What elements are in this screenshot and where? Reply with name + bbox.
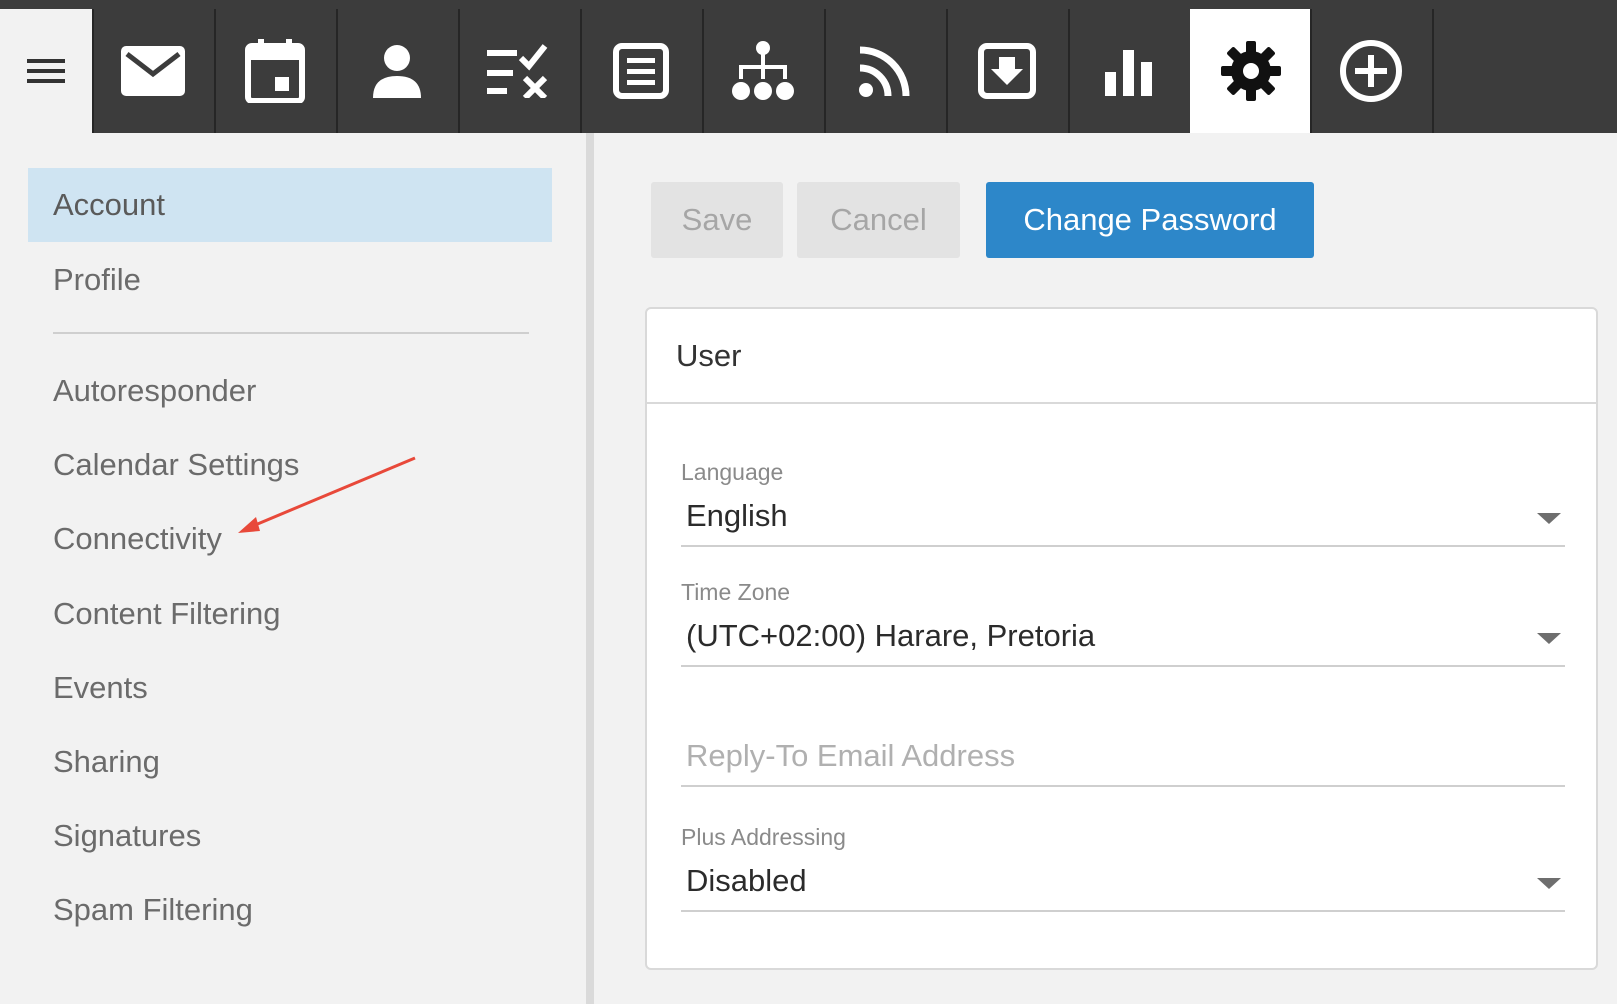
rss-icon [859, 46, 910, 97]
time-zone-value: (UTC+02:00) Harare, Pretoria [686, 618, 1096, 653]
notes-icon [613, 43, 669, 99]
language-field: Language English [681, 457, 1565, 547]
sidebar-item-signatures[interactable]: Signatures [28, 799, 552, 873]
tab-tasks[interactable] [458, 9, 578, 133]
sidebar-item-content-filtering[interactable]: Content Filtering [28, 577, 552, 651]
chevron-down-icon [1537, 633, 1561, 644]
plus-addressing-value: Disabled [686, 863, 807, 898]
mail-icon [121, 46, 185, 96]
tab-calendar[interactable] [214, 9, 334, 133]
add-circle-icon [1340, 40, 1402, 102]
language-value: English [686, 498, 788, 533]
hamburger-menu-button[interactable] [0, 9, 92, 133]
tab-add[interactable] [1310, 9, 1430, 133]
sidebar-item-autoresponder[interactable]: Autoresponder [28, 354, 552, 428]
tab-notes[interactable] [580, 9, 700, 133]
tab-settings[interactable] [1190, 9, 1310, 133]
user-card-title: User [647, 309, 1596, 404]
plus-addressing-field: Plus Addressing Disabled [681, 822, 1565, 912]
reports-icon [1105, 50, 1152, 96]
sidebar-splitter[interactable] [586, 133, 594, 1004]
sidebar-item-sharing[interactable]: Sharing [28, 725, 552, 799]
language-select[interactable]: English [681, 487, 1565, 547]
tab-file-storage[interactable] [946, 9, 1066, 133]
change-password-button[interactable]: Change Password [986, 182, 1314, 258]
annotation-arrow-icon [238, 456, 416, 533]
contacts-icon [373, 45, 421, 98]
sidebar-item-events[interactable]: Events [28, 651, 552, 725]
chevron-down-icon [1537, 878, 1561, 889]
user-settings-card: User Language English Time Zone (UTC+02:… [645, 307, 1598, 970]
cancel-button[interactable]: Cancel [797, 182, 960, 258]
time-zone-field: Time Zone (UTC+02:00) Harare, Pretoria [681, 577, 1565, 667]
chevron-down-icon [1537, 513, 1561, 524]
tab-bar-end-divider [1432, 9, 1434, 133]
plus-addressing-select[interactable]: Disabled [681, 852, 1565, 912]
time-zone-label: Time Zone [681, 579, 791, 605]
org-chart-icon [732, 41, 794, 100]
tab-mail[interactable] [92, 9, 212, 133]
reply-to-field: Reply-To Email Address [681, 727, 1565, 787]
time-zone-select[interactable]: (UTC+02:00) Harare, Pretoria [681, 607, 1565, 667]
tasks-icon [487, 44, 548, 98]
tab-reports[interactable] [1068, 9, 1188, 133]
calendar-icon [245, 39, 305, 103]
reply-to-placeholder: Reply-To Email Address [686, 738, 1016, 773]
language-label: Language [681, 459, 784, 485]
sidebar-item-spam-filtering[interactable]: Spam Filtering [28, 873, 552, 947]
save-button[interactable]: Save [651, 182, 783, 258]
sidebar-divider [53, 332, 529, 334]
hamburger-menu-icon [27, 59, 65, 83]
settings-gear-icon [1221, 41, 1281, 101]
reply-to-email-input[interactable]: Reply-To Email Address [681, 727, 1565, 787]
tab-org-chart[interactable] [702, 9, 822, 133]
file-storage-icon [978, 43, 1036, 99]
sidebar-item-account[interactable]: Account [28, 168, 552, 242]
plus-addressing-label: Plus Addressing [681, 824, 846, 850]
tab-rss[interactable] [824, 9, 944, 133]
tab-contacts[interactable] [336, 9, 456, 133]
sidebar-item-profile[interactable]: Profile [28, 243, 552, 317]
